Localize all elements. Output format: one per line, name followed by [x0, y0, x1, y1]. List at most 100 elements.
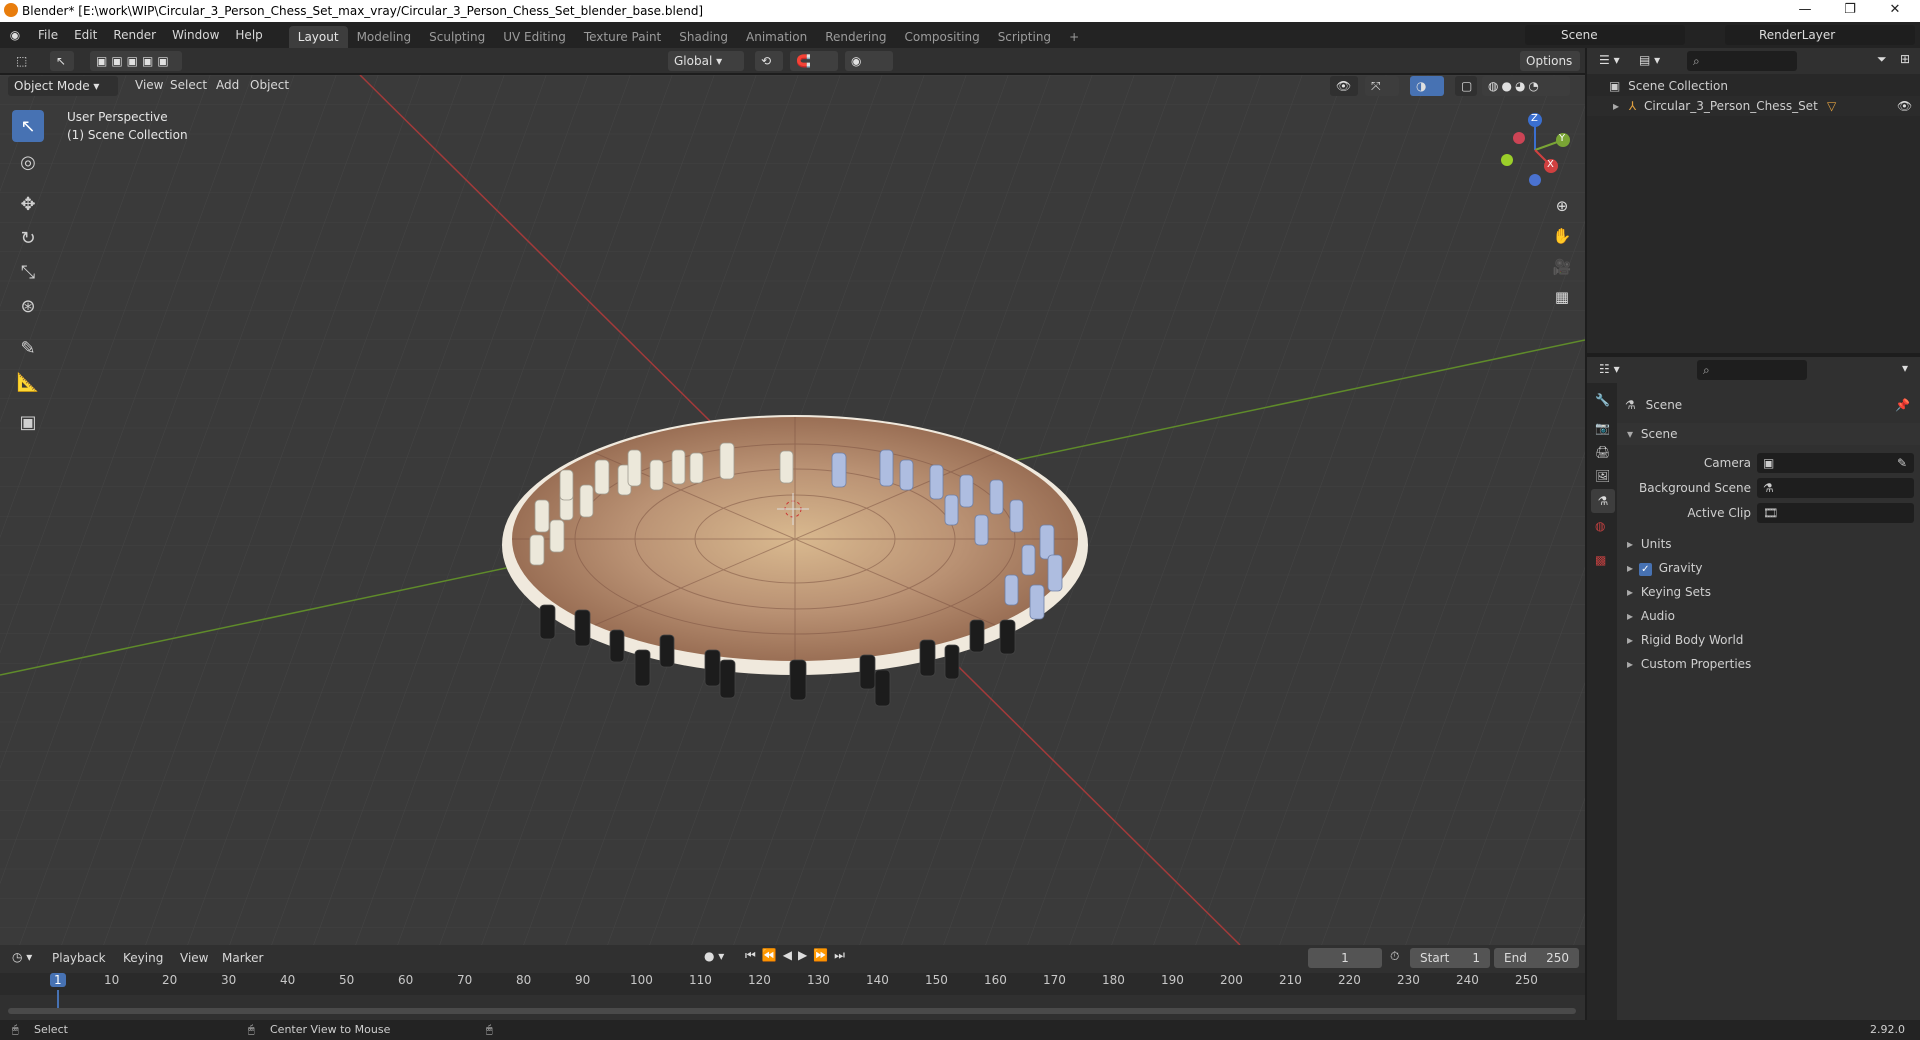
- timeline-editor[interactable]: ◷ ▾ Playback Keying View Marker ● ▾ ⏮⏪◀▶…: [0, 945, 1585, 1025]
- add-workspace-button[interactable]: +: [1060, 26, 1088, 48]
- scene-panel-header[interactable]: ▾ Scene: [1617, 423, 1920, 445]
- viewport-scene[interactable]: [0, 75, 1585, 945]
- properties-editor-icon[interactable]: ☷ ▾: [1599, 362, 1620, 376]
- rigid-body-panel-header[interactable]: ▸ Rigid Body World: [1617, 629, 1920, 651]
- camera-view-icon[interactable]: 🎥: [1548, 253, 1576, 281]
- navigation-gizmo[interactable]: Z Y X: [1495, 110, 1575, 190]
- tab-texture-paint[interactable]: Texture Paint: [575, 26, 670, 48]
- active-clip-field[interactable]: 🎞: [1757, 503, 1914, 523]
- scene-selector[interactable]: Scene: [1525, 25, 1685, 45]
- properties-search-input[interactable]: ⌕: [1697, 360, 1807, 380]
- filter-icon[interactable]: ⏷: [1877, 52, 1887, 67]
- options-dropdown[interactable]: Options: [1520, 51, 1580, 71]
- tab-compositing[interactable]: Compositing: [895, 26, 988, 48]
- new-collection-icon[interactable]: ⊞: [1900, 52, 1910, 66]
- display-mode-icon[interactable]: ▤ ▾: [1639, 53, 1660, 67]
- custom-properties-panel-header[interactable]: ▸ Custom Properties: [1617, 653, 1920, 675]
- timeline-scrollbar[interactable]: [8, 1008, 1576, 1014]
- tab-scripting[interactable]: Scripting: [989, 26, 1060, 48]
- visibility-eye-icon[interactable]: 👁: [1897, 96, 1912, 116]
- tab-modeling[interactable]: Modeling: [348, 26, 421, 48]
- properties-options-icon[interactable]: ▾: [1902, 361, 1908, 375]
- object-mode-select[interactable]: Object Mode ▾: [8, 76, 118, 96]
- select-mode-buttons[interactable]: ▣▣▣▣▣: [90, 51, 182, 71]
- menu-file[interactable]: File: [30, 22, 66, 48]
- editor-type-icon[interactable]: ⬚: [10, 51, 38, 71]
- visibility-icon[interactable]: 👁: [1330, 76, 1358, 96]
- measure-tool-icon[interactable]: 📐: [12, 366, 44, 398]
- minimize-button[interactable]: —: [1785, 0, 1825, 22]
- render-tab-icon[interactable]: 📷: [1595, 421, 1610, 435]
- outliner-editor-icon[interactable]: ☰ ▾: [1599, 53, 1620, 67]
- start-frame-field[interactable]: Start 1: [1410, 948, 1490, 968]
- outliner[interactable]: ☰ ▾ ▤ ▾ ⌕ ⏷ ⊞ ▣ Scene Collection ▸ ⅄ Cir…: [1587, 48, 1920, 353]
- snap-icon[interactable]: 🧲: [790, 51, 838, 71]
- playback-controls[interactable]: ⏮⏪◀▶⏩⏭: [745, 948, 851, 963]
- texture-tab-icon[interactable]: ▩: [1595, 553, 1606, 567]
- timeline-editor-icon[interactable]: ◷ ▾: [12, 950, 32, 964]
- select-tool-icon[interactable]: ↖: [12, 110, 44, 142]
- audio-panel-header[interactable]: ▸ Audio: [1617, 605, 1920, 627]
- gizmo-toggle-icon[interactable]: ⤧: [1365, 76, 1399, 96]
- eyedropper-icon[interactable]: ✎: [1897, 453, 1907, 473]
- end-frame-field[interactable]: End 250: [1494, 948, 1579, 968]
- tab-animation[interactable]: Animation: [737, 26, 816, 48]
- restore-button[interactable]: ❐: [1830, 0, 1870, 22]
- ortho-grid-icon[interactable]: ▦: [1548, 283, 1576, 311]
- pivot-icon[interactable]: ⟲: [755, 51, 783, 71]
- output-tab-icon[interactable]: 🖨: [1595, 445, 1610, 459]
- clock-icon[interactable]: ⏱: [1390, 949, 1399, 964]
- scale-tool-icon[interactable]: ⤡: [12, 256, 44, 288]
- add-cube-tool-icon[interactable]: ▣: [12, 406, 44, 438]
- pin-icon[interactable]: 📌: [1895, 395, 1910, 415]
- tab-rendering[interactable]: Rendering: [816, 26, 895, 48]
- camera-field[interactable]: ▣ ✎: [1757, 453, 1914, 473]
- scene-tab-icon[interactable]: ⚗: [1591, 489, 1615, 513]
- menu-render[interactable]: Render: [105, 22, 164, 48]
- overlay-toggle-icon[interactable]: ◑: [1410, 76, 1444, 96]
- transform-orientation-select[interactable]: Global ▾: [668, 51, 744, 71]
- tab-layout[interactable]: Layout: [288, 26, 348, 48]
- background-scene-field[interactable]: ⚗: [1757, 478, 1914, 498]
- cursor-tool-icon[interactable]: ◎: [12, 146, 44, 178]
- outliner-row-scene-collection[interactable]: ▣ Scene Collection: [1587, 76, 1920, 96]
- tab-sculpting[interactable]: Sculpting: [420, 26, 494, 48]
- menu-edit[interactable]: Edit: [66, 22, 105, 48]
- timeline-menu-view[interactable]: View: [172, 945, 216, 971]
- rotate-tool-icon[interactable]: ↻: [12, 222, 44, 254]
- xray-icon[interactable]: ▢: [1455, 76, 1477, 96]
- timeline-menu-marker[interactable]: Marker: [214, 945, 271, 971]
- menu-window[interactable]: Window: [164, 22, 227, 48]
- record-button[interactable]: ● ▾: [704, 949, 724, 963]
- tab-uv-editing[interactable]: UV Editing: [494, 26, 575, 48]
- shading-modes[interactable]: ◍●◕◔: [1482, 76, 1570, 96]
- annotate-tool-icon[interactable]: ✎: [12, 332, 44, 364]
- timeline-menu-playback[interactable]: Playback: [44, 945, 114, 971]
- transform-tool-icon[interactable]: ⊛: [12, 290, 44, 322]
- keying-sets-panel-header[interactable]: ▸ Keying Sets: [1617, 581, 1920, 603]
- tab-shading[interactable]: Shading: [670, 26, 737, 48]
- world-tab-icon[interactable]: ◍: [1595, 519, 1605, 533]
- view-layer-tab-icon[interactable]: 🖼: [1595, 469, 1610, 483]
- tool-tab-icon[interactable]: 🔧: [1595, 393, 1610, 407]
- blender-menu-icon[interactable]: ◉: [0, 28, 30, 42]
- 3d-viewport[interactable]: User Perspective (1) Scene Collection Z …: [0, 75, 1585, 945]
- units-panel-header[interactable]: ▸ Units: [1617, 533, 1920, 555]
- timeline-ruler[interactable]: 1 10 20 30 40 50 60 70 80 90 100 110 120…: [0, 973, 1585, 995]
- zoom-icon[interactable]: ⊕: [1548, 192, 1576, 220]
- pan-hand-icon[interactable]: ✋: [1548, 222, 1576, 250]
- current-frame-field[interactable]: 1: [1308, 948, 1382, 968]
- select-box-icon[interactable]: ↖: [50, 51, 74, 71]
- expand-arrow-icon[interactable]: ▸: [1613, 99, 1619, 113]
- close-button[interactable]: ✕: [1875, 0, 1915, 22]
- gravity-checkbox[interactable]: ✓: [1638, 563, 1652, 576]
- proportional-edit-icon[interactable]: ◉: [845, 51, 893, 71]
- viewport-menu-object[interactable]: Object: [242, 72, 297, 98]
- renderlayer-selector[interactable]: RenderLayer: [1725, 25, 1915, 45]
- properties-editor[interactable]: ☷ ▾ ⌕ ▾ 🔧 📷 🖨 🖼 ⚗ ◍ ▩ ⚗ Scene 📌 ▾ Scene …: [1587, 357, 1920, 1020]
- menu-help[interactable]: Help: [227, 22, 270, 48]
- gravity-panel-header[interactable]: ▸ ✓ Gravity: [1617, 557, 1920, 579]
- outliner-search-input[interactable]: ⌕: [1687, 51, 1797, 71]
- outliner-row-object[interactable]: ▸ ⅄ Circular_3_Person_Chess_Set ▽ 👁: [1587, 96, 1920, 116]
- timeline-menu-keying[interactable]: Keying: [115, 945, 171, 971]
